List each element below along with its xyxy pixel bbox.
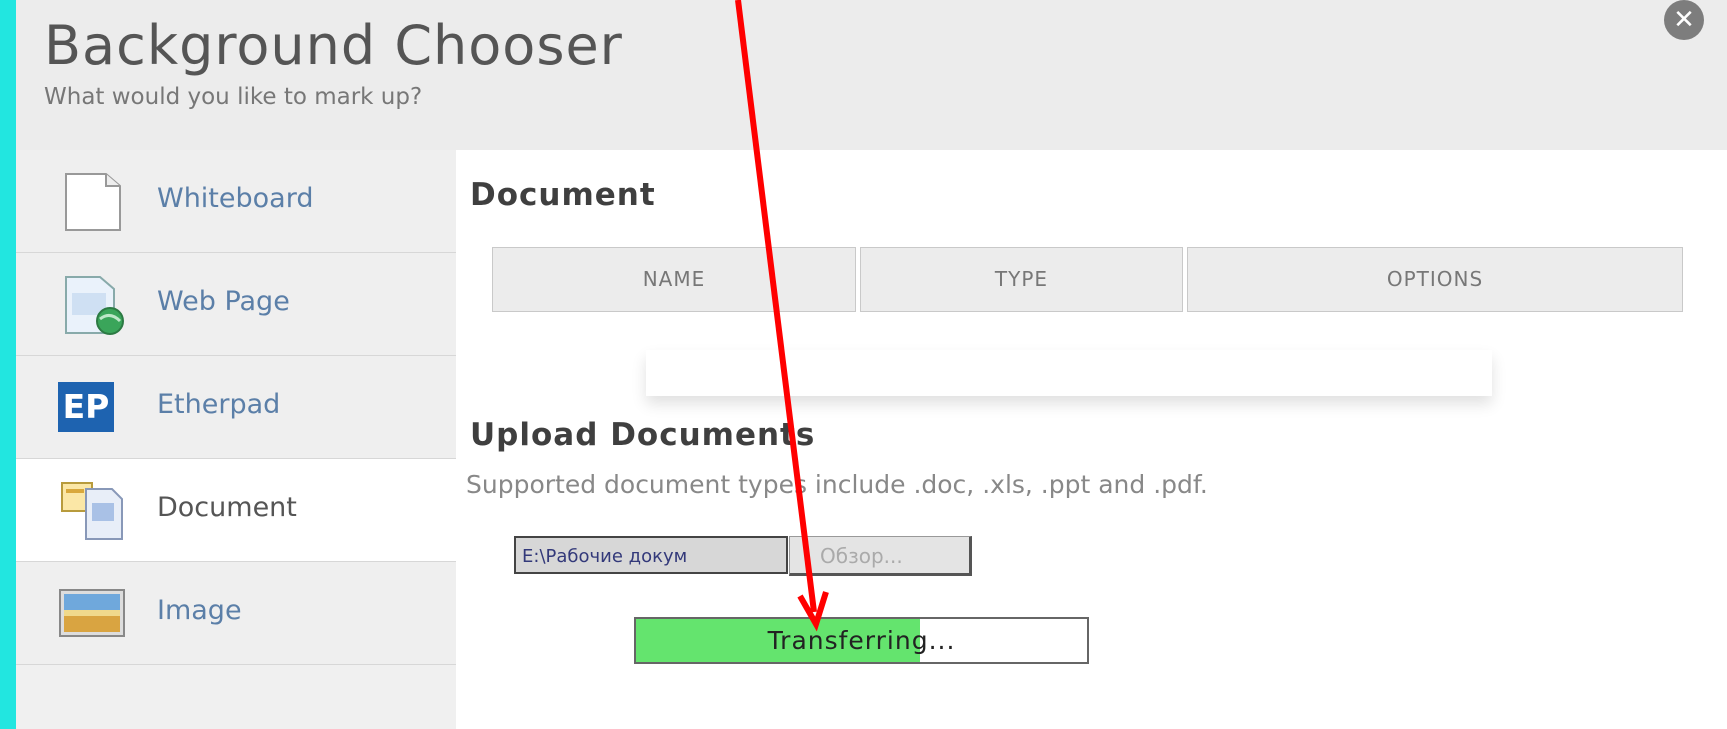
document-heading: Document [470, 177, 656, 213]
sidebar: Whiteboard Web Page EP Etherpad Document [16, 150, 456, 729]
sidebar-item-etherpad[interactable]: EP Etherpad [16, 356, 456, 459]
web-page-icon [65, 276, 124, 335]
sidebar-item-image[interactable]: Image [16, 562, 456, 665]
column-header-type[interactable]: TYPE [860, 247, 1183, 312]
sidebar-item-label: Whiteboard [157, 183, 314, 214]
image-icon [59, 589, 125, 637]
whiteboard-icon [65, 173, 121, 231]
dialog-title: Background Chooser [44, 14, 623, 77]
sidebar-item-web-page[interactable]: Web Page [16, 253, 456, 356]
sidebar-item-label: Image [157, 595, 242, 626]
column-header-name[interactable]: NAME [492, 247, 856, 312]
document-icon [61, 482, 123, 540]
upload-progress-bar: Transferring... [634, 617, 1089, 664]
document-table-header: NAME TYPE OPTIONS [476, 247, 1683, 312]
sidebar-item-document[interactable]: Document [16, 459, 456, 562]
file-path-input[interactable]: E:\Рабочие докум [514, 536, 788, 574]
column-header-options[interactable]: OPTIONS [1187, 247, 1683, 312]
close-icon[interactable]: ✕ [1664, 0, 1704, 40]
document-list-area [646, 350, 1492, 396]
sidebar-item-label: Web Page [157, 286, 290, 317]
etherpad-icon: EP [58, 382, 114, 432]
progress-label: Transferring... [767, 626, 956, 655]
browse-button[interactable]: Обзор... [789, 536, 972, 576]
sidebar-item-whiteboard[interactable]: Whiteboard [16, 150, 456, 253]
supported-types-text: Supported document types include .doc, .… [466, 470, 1208, 499]
sidebar-item-label: Etherpad [157, 389, 281, 420]
upload-documents-heading: Upload Documents [470, 417, 816, 453]
sidebar-item-label: Document [157, 492, 297, 523]
dialog-subtitle: What would you like to mark up? [44, 84, 423, 110]
